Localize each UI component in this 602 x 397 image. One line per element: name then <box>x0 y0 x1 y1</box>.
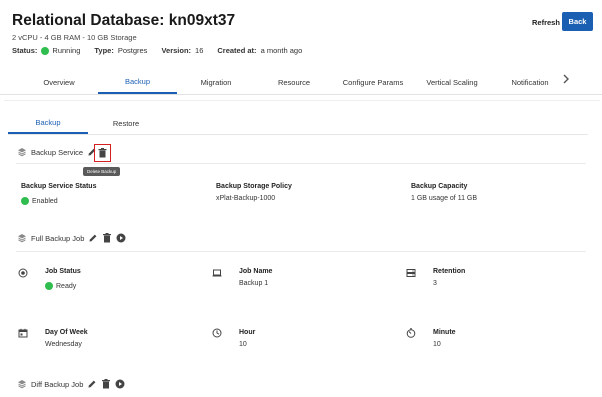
tab-configure-params[interactable]: Configure Params <box>333 70 413 94</box>
full-backup-job-title: Full Backup Job <box>31 233 85 243</box>
delete-highlight <box>94 144 111 162</box>
backup-service-status: Enabled <box>21 197 58 205</box>
laptop-icon <box>212 268 222 278</box>
diff-backup-job-header: Diff Backup Job <box>17 379 125 389</box>
status-label: Status: <box>12 46 38 55</box>
tab-backup[interactable]: Backup <box>98 70 177 94</box>
tab-overview[interactable]: Overview <box>20 70 98 94</box>
storage-icon <box>406 268 416 278</box>
type-label: Type: <box>94 46 114 55</box>
minute-value: 10 <box>433 341 441 348</box>
calendar-icon <box>18 328 28 338</box>
retention-value: 3 <box>433 280 437 287</box>
version-label: Version: <box>161 46 192 55</box>
section-divider <box>16 163 586 164</box>
db-meta: Status: Running Type: Postgres Version: … <box>12 46 316 55</box>
day-of-week-value: Wednesday <box>45 341 82 348</box>
back-button[interactable]: Back <box>562 12 593 31</box>
job-status-value: Ready <box>56 282 77 290</box>
full-backup-job-header: Full Backup Job <box>17 233 126 243</box>
tab-vertical-scaling[interactable]: Vertical Scaling <box>413 70 491 94</box>
status-group: Status: Running <box>12 46 80 55</box>
tab-migration[interactable]: Migration <box>177 70 255 94</box>
version-value: 16 <box>195 46 204 55</box>
status-dot-icon <box>41 46 50 55</box>
enabled-dot-icon <box>21 197 29 205</box>
ready-dot-icon <box>45 282 53 290</box>
section-divider <box>16 251 586 252</box>
subtab-backup[interactable]: Backup <box>8 112 88 134</box>
subtab-restore[interactable]: Restore <box>88 112 164 134</box>
diff-backup-job-title: Diff Backup Job <box>31 379 84 389</box>
created-group: Created at: a month ago <box>217 46 302 55</box>
refresh-button[interactable]: Refresh <box>526 13 566 31</box>
db-spec: 2 vCPU - 4 GB RAM - 10 GB Storage <box>12 33 137 42</box>
chevron-right-icon[interactable] <box>562 74 570 87</box>
type-value: Postgres <box>117 46 148 55</box>
timer-icon <box>406 328 416 338</box>
delete-backup-tooltip: Delete Backup <box>83 167 121 176</box>
job-name-value: Backup 1 <box>239 280 269 287</box>
backup-service-status-label: Backup Service Status <box>21 183 97 190</box>
backup-storage-policy-value: xPlat-Backup-1000 <box>216 195 276 202</box>
created-label: Created at: <box>217 46 257 55</box>
play-icon[interactable] <box>115 379 125 389</box>
tab-notification[interactable]: Notification <box>491 70 569 94</box>
status-value: Running <box>52 46 81 55</box>
backup-service-status-value: Enabled <box>32 197 58 205</box>
layers-icon <box>17 379 27 389</box>
tabs-divider <box>0 94 602 95</box>
type-group: Type: Postgres <box>94 46 147 55</box>
clock-icon <box>212 328 222 338</box>
play-icon[interactable] <box>116 233 126 243</box>
edit-icon[interactable] <box>88 233 98 243</box>
subtabs-divider <box>8 134 588 135</box>
minute-label: Minute <box>433 329 456 336</box>
day-of-week-label: Day Of Week <box>45 329 88 336</box>
backup-capacity-value: 1 GB usage of 11 GB <box>411 195 478 202</box>
job-status: Ready <box>45 282 76 290</box>
radio-button-icon <box>18 268 28 278</box>
layers-icon <box>17 233 27 243</box>
job-name-label: Job Name <box>239 268 273 275</box>
edit-icon[interactable] <box>87 379 97 389</box>
hour-label: Hour <box>239 329 256 336</box>
delete-icon[interactable] <box>101 379 111 389</box>
backup-service-title: Backup Service <box>31 147 84 157</box>
layers-icon <box>17 147 27 157</box>
created-value: a month ago <box>260 46 303 55</box>
main-tabs: Overview Backup Migration Resource Confi… <box>0 70 602 94</box>
backup-storage-policy-label: Backup Storage Policy <box>216 183 292 190</box>
version-group: Version: 16 <box>161 46 203 55</box>
retention-label: Retention <box>433 268 466 275</box>
hour-value: 10 <box>239 341 247 348</box>
tab-resource[interactable]: Resource <box>255 70 333 94</box>
backup-service-header: Backup Service <box>17 147 97 157</box>
delete-icon[interactable] <box>102 233 112 243</box>
page-title: Relational Database: kn09xt37 <box>12 12 236 29</box>
backup-capacity-label: Backup Capacity <box>411 183 468 190</box>
job-status-label: Job Status <box>45 268 81 275</box>
